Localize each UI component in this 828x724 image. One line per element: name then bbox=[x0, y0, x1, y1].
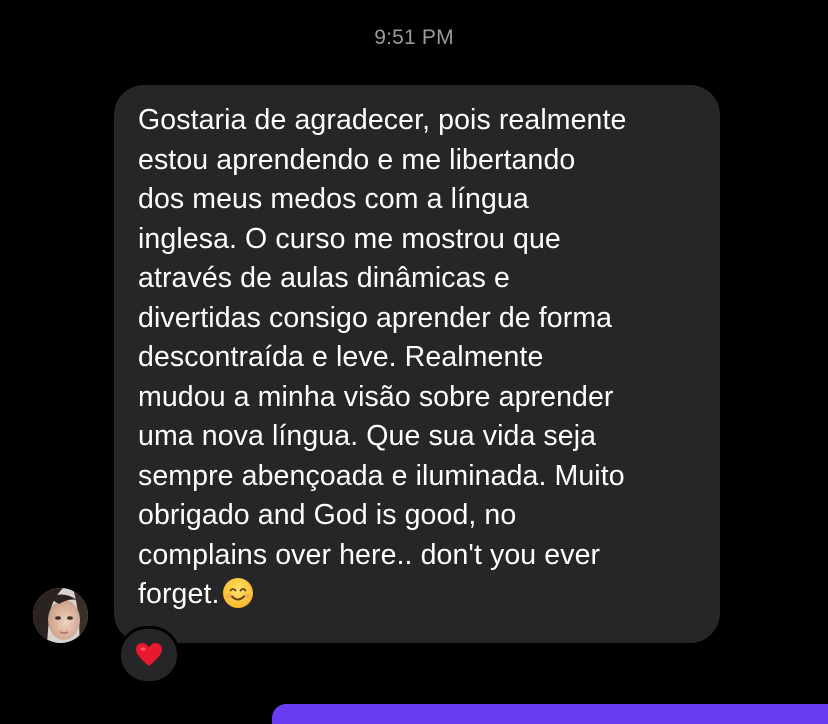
outgoing-message-bubble-partial[interactable] bbox=[272, 704, 828, 724]
message-text: Gostaria de agradecer, pois realmente es… bbox=[138, 101, 696, 621]
reaction-badge[interactable] bbox=[118, 626, 180, 684]
message-timestamp: 9:51 PM bbox=[374, 26, 454, 49]
sender-avatar[interactable] bbox=[33, 588, 88, 643]
message-body: Gostaria de agradecer, pois realmente es… bbox=[138, 104, 627, 610]
incoming-message-bubble[interactable]: Gostaria de agradecer, pois realmente es… bbox=[114, 85, 720, 643]
profile-photo-icon bbox=[33, 588, 88, 643]
smiling-face-icon bbox=[222, 577, 254, 621]
red-heart-icon bbox=[136, 643, 162, 666]
